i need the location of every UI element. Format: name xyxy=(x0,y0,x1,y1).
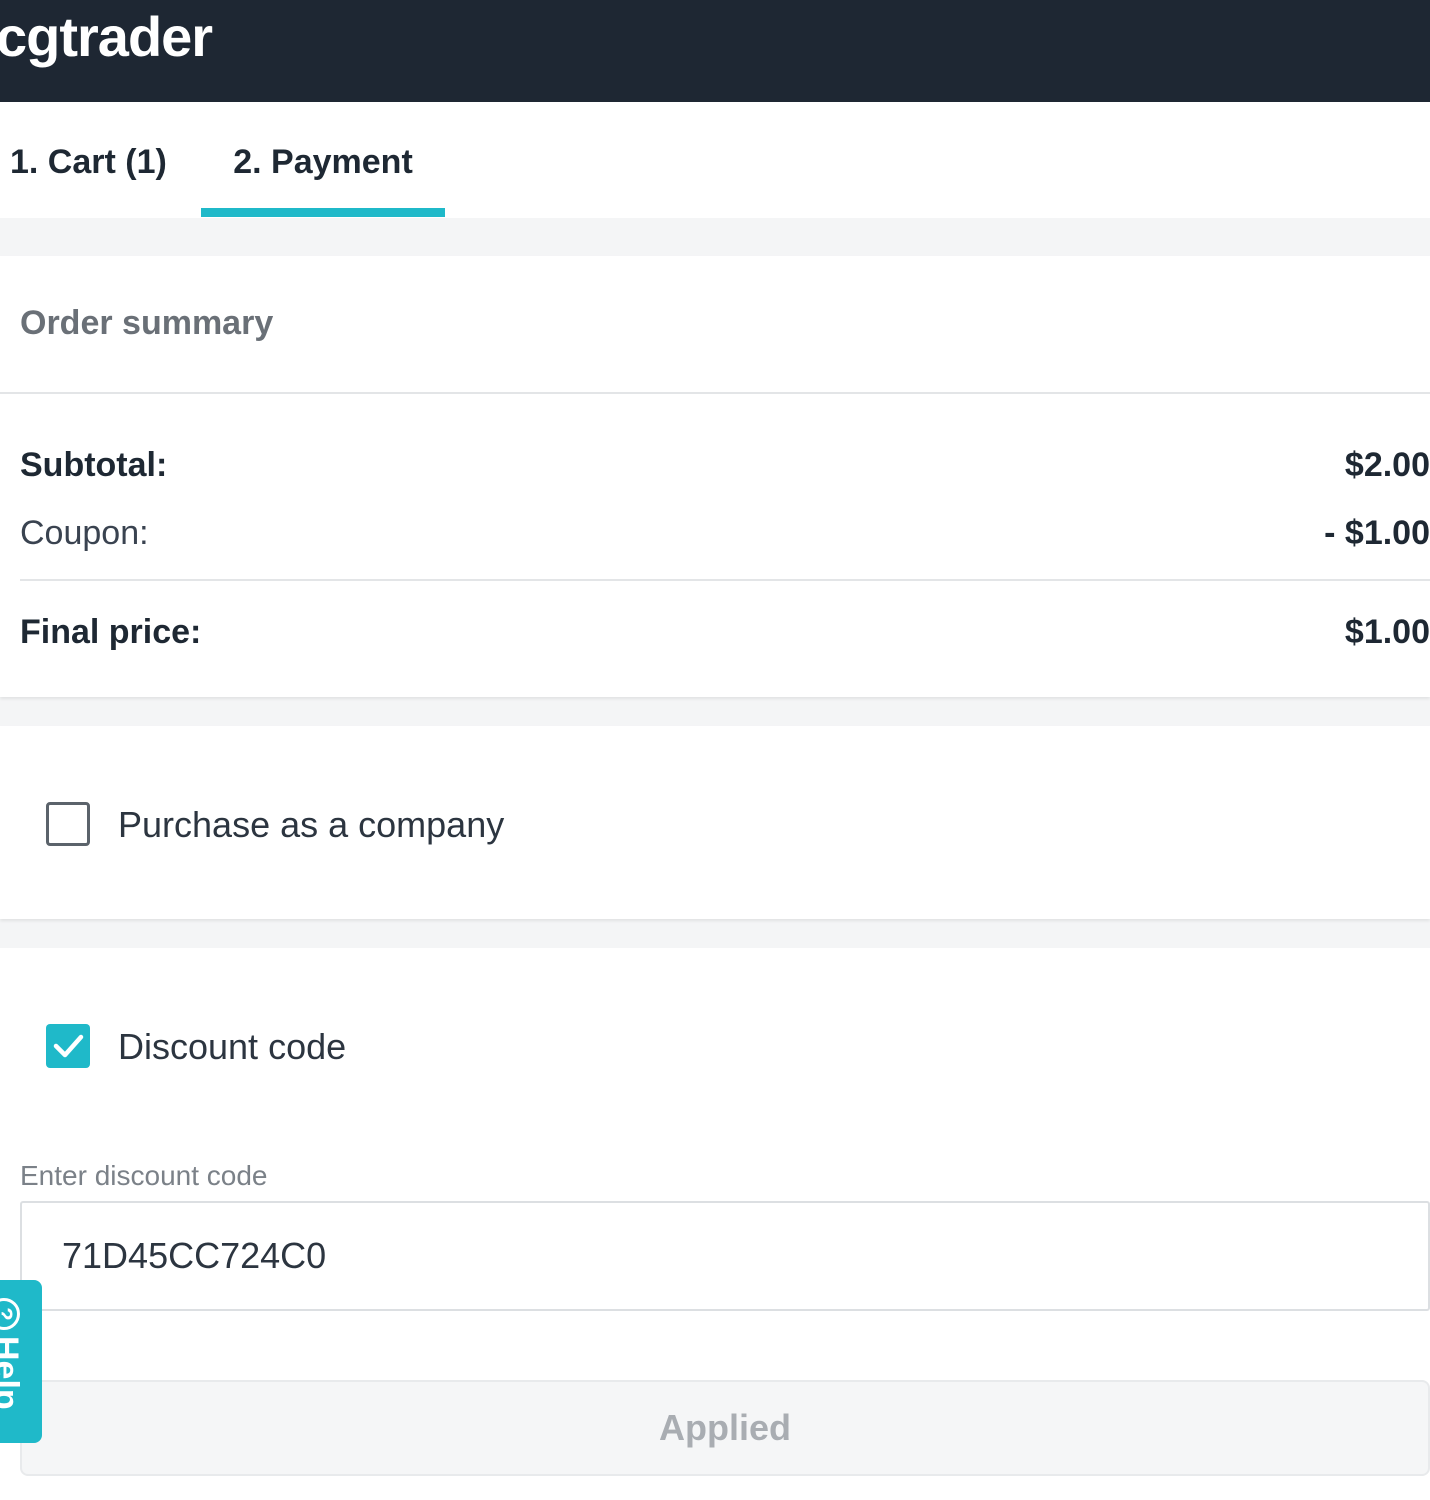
checkout-steps: 1. Cart (1) 2. Payment xyxy=(0,102,1430,218)
subtotal-label: Subtotal: xyxy=(20,446,168,484)
top-navigation-bar: cgtrader xyxy=(0,0,1430,102)
final-price-label: Final price: xyxy=(20,613,202,651)
purchase-as-company-checkbox[interactable] xyxy=(46,802,90,846)
discount-code-checkbox[interactable] xyxy=(46,1024,90,1068)
discount-code-input[interactable] xyxy=(20,1201,1430,1311)
discount-code-panel: Discount code Enter discount code Applie… xyxy=(0,948,1430,1500)
applied-button[interactable]: Applied xyxy=(20,1380,1430,1476)
purchase-as-company-label[interactable]: Purchase as a company xyxy=(118,803,504,847)
subtotal-value: $2.00 xyxy=(1344,446,1430,484)
checkmark-icon xyxy=(53,1034,84,1058)
tab-payment[interactable]: 2. Payment xyxy=(201,102,445,218)
help-tab[interactable]: ? Help xyxy=(0,1280,42,1443)
divider xyxy=(0,392,1430,394)
cgtrader-logo[interactable]: cgtrader xyxy=(0,6,213,68)
coupon-label: Coupon: xyxy=(20,514,149,552)
discount-code-label[interactable]: Discount code xyxy=(118,1025,346,1069)
coupon-value: - $1.00 xyxy=(1324,514,1430,552)
tab-cart[interactable]: 1. Cart (1) xyxy=(10,102,167,218)
help-tab-content: ? Help xyxy=(0,1298,26,1418)
divider xyxy=(20,579,1430,581)
order-summary-title: Order summary xyxy=(20,304,274,342)
help-label: Help xyxy=(0,1336,25,1410)
question-circle-icon: ? xyxy=(0,1298,20,1330)
order-summary-panel: Order summary Subtotal: $2.00 Coupon: - … xyxy=(0,256,1430,697)
final-price-value: $1.00 xyxy=(1344,613,1430,651)
active-tab-indicator xyxy=(201,208,445,217)
purchase-as-company-panel: Purchase as a company xyxy=(0,726,1430,919)
discount-input-label: Enter discount code xyxy=(20,1160,268,1191)
